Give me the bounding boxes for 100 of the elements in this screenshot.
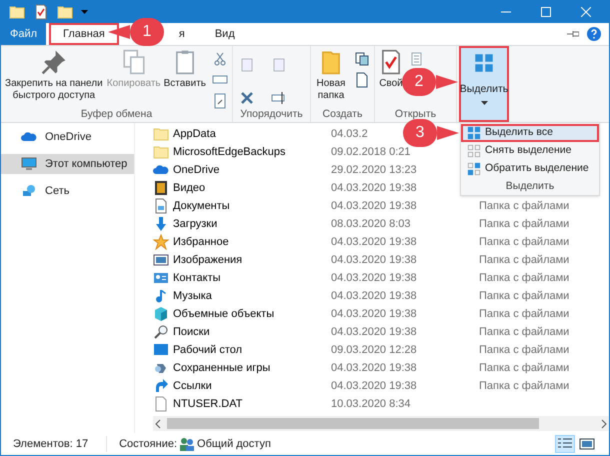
ribbon-tab[interactable]: Вид xyxy=(206,23,243,45)
file-name[interactable]: Контакты xyxy=(173,270,221,286)
sidebar-item[interactable]: Сеть xyxy=(1,181,134,201)
sidebar-item[interactable]: OneDrive xyxy=(1,127,134,147)
close-icon[interactable] xyxy=(581,7,591,17)
file-name[interactable]: Избранное xyxy=(173,234,229,250)
menu-item[interactable]: Обратить выделение xyxy=(461,160,599,178)
date-cell-text: 04.03.2020 19:38 xyxy=(331,288,417,304)
monitor-icon xyxy=(21,156,37,172)
page-icon xyxy=(271,57,287,74)
desktop-icon xyxy=(153,342,169,358)
type-cell-text: Папка с файлами xyxy=(479,306,570,322)
date-cell-text: 04.03.2020 19:38 xyxy=(331,198,417,214)
file-name[interactable]: AppData xyxy=(173,126,216,142)
folder-icon xyxy=(153,126,169,142)
date-cell-text: 10.03.2020 8:34 xyxy=(331,396,411,412)
type-cell-text: Папка с файлами xyxy=(479,288,570,304)
date-cell-text: 04.03.2020 19:38 xyxy=(331,180,417,196)
image-icon xyxy=(153,252,169,268)
partial-grid-icon xyxy=(467,162,481,176)
grid-icon xyxy=(467,126,481,140)
type-cell-text: Папка с файлами xyxy=(479,198,570,214)
details-view-button[interactable] xyxy=(555,435,575,453)
ribbon-button[interactable]: Новая папка xyxy=(314,49,348,108)
file-name[interactable]: Рабочий стол xyxy=(173,342,242,358)
date-cell-text: 09.02.2018 0:21 xyxy=(331,144,411,160)
date-cell-text: 09.03.2020 12:28 xyxy=(331,342,417,358)
contact-card-icon xyxy=(153,270,169,286)
delete-icon xyxy=(239,90,255,106)
folder-icon xyxy=(9,4,25,20)
date-cell-text: 04.03.2020 19:38 xyxy=(331,378,417,394)
state-label: Состояние: xyxy=(119,436,178,452)
network-icon xyxy=(21,183,37,199)
date-cell-text: 04.03.2020 19:38 xyxy=(331,270,417,286)
ribbon-button[interactable]: Вставить xyxy=(164,49,206,108)
film-icon xyxy=(153,180,169,196)
menu-item[interactable]: Снять выделение xyxy=(461,142,599,160)
file-icon xyxy=(153,396,169,412)
type-cell-text: Папка с файлами xyxy=(479,324,570,340)
pin-icon[interactable] xyxy=(567,28,579,40)
file-name[interactable]: OneDrive xyxy=(173,162,220,178)
group-label: Создать xyxy=(322,108,364,122)
scissors-icon xyxy=(212,51,228,67)
state-value: Общий доступ xyxy=(197,436,271,452)
ribbon-button[interactable]: Свой xyxy=(378,49,404,108)
date-cell-text: 04.03.2020 19:38 xyxy=(331,252,417,268)
checked-document-icon xyxy=(33,4,49,20)
file-name[interactable]: Документы xyxy=(173,198,230,214)
type-cell-text: Папка с файлами xyxy=(479,234,570,250)
copy-icon xyxy=(120,49,147,75)
ribbon-tab[interactable]: я xyxy=(170,23,193,45)
page-icon xyxy=(239,57,255,74)
date-cell-text: 04.03.2 xyxy=(331,126,368,142)
rename-icon xyxy=(271,90,287,106)
maximize-icon[interactable] xyxy=(541,7,551,17)
file-name[interactable]: Ссылки xyxy=(173,378,212,394)
file-name[interactable]: Поиски xyxy=(173,324,210,340)
file-name[interactable]: Музыка xyxy=(173,288,212,304)
help-icon[interactable] xyxy=(587,27,601,41)
search-icon xyxy=(153,324,169,340)
file-name[interactable]: Видео xyxy=(173,180,206,196)
item-count: Элементов: 17 xyxy=(13,436,88,452)
file-name[interactable]: MicrosoftEdgeBackups xyxy=(173,144,286,160)
type-cell-text: Папка с файлами xyxy=(479,360,570,376)
file-name[interactable]: Сохраненные игры xyxy=(173,360,270,376)
date-cell-text: 08.03.2020 8:03 xyxy=(331,216,411,232)
down-arrow-icon xyxy=(153,216,169,232)
file-name[interactable]: Загрузки xyxy=(173,216,218,232)
menu-footer: Выделить xyxy=(461,178,599,194)
new-item-icon xyxy=(354,51,370,67)
menu-item[interactable]: Выделить все xyxy=(461,124,599,142)
curved-arrow-icon xyxy=(153,378,169,394)
sidebar-item[interactable]: Этот компьютер xyxy=(1,154,134,174)
file-name[interactable]: Изображения xyxy=(173,252,242,268)
star-icon xyxy=(153,234,169,250)
group-label: Упорядочить xyxy=(239,108,304,122)
cube-icon xyxy=(153,306,169,322)
file-tab[interactable]: Файл xyxy=(1,23,46,45)
document-icon xyxy=(354,72,370,88)
shortcut-icon xyxy=(212,93,228,109)
document-icon xyxy=(153,198,169,214)
folder-icon xyxy=(57,4,73,20)
pin-icon xyxy=(40,49,67,75)
file-name[interactable]: Объемные объекты xyxy=(173,306,274,322)
horizontal-scrollbar[interactable] xyxy=(153,416,609,431)
type-cell-text: Папка с файлами xyxy=(479,378,570,394)
date-cell-text: 04.03.2020 19:38 xyxy=(331,306,417,322)
ribbon-tab[interactable]: Главная xyxy=(49,23,119,45)
type-cell-text: Папка с файлами xyxy=(479,216,570,232)
ribbon-button[interactable]: Закрепить на панели быстрого доступа xyxy=(4,49,104,108)
date-cell-text: 29.02.2020 13:23 xyxy=(331,162,417,178)
type-cell-text: Папка с файлами xyxy=(479,252,570,268)
ribbon-small-button[interactable] xyxy=(353,50,371,68)
caret-icon[interactable] xyxy=(81,9,88,15)
music-note-icon xyxy=(153,288,169,304)
empty-grid-icon xyxy=(467,144,481,158)
file-name[interactable]: NTUSER.DAT xyxy=(173,396,242,412)
caret-icon xyxy=(480,100,488,105)
grid-icon xyxy=(474,53,494,73)
users-icon xyxy=(179,436,196,452)
